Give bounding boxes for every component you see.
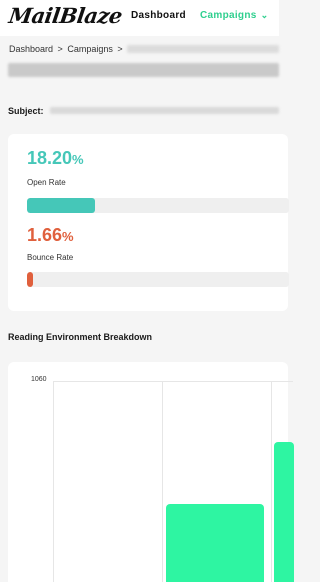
open-rate-number: 18.20: [27, 148, 73, 168]
bounce-rate-label: Bounce Rate: [27, 253, 74, 262]
bounce-rate-number: 1.66: [27, 225, 63, 245]
bounce-rate-value: 1.66%: [27, 225, 74, 246]
bounce-rate-unit: %: [62, 229, 74, 244]
chart-gridline-horizontal: [53, 381, 293, 382]
breadcrumb-campaigns-link[interactable]: Campaigns: [67, 44, 113, 54]
chart-bar[interactable]: [166, 504, 264, 582]
nav-dashboard-link[interactable]: Dashboard: [131, 10, 186, 21]
metrics-card: 18.20% Open Rate 1.66% Bounce Rate: [8, 134, 289, 311]
bounce-rate-progress-fill: [27, 272, 33, 287]
breadcrumb-dashboard-link[interactable]: Dashboard: [9, 44, 53, 54]
open-rate-progress-track: [27, 198, 289, 213]
y-axis-tick-label: 1060: [31, 376, 47, 383]
nav-campaigns-link[interactable]: Campaigns ⌄: [200, 10, 268, 21]
reading-environment-chart: 1060: [8, 362, 294, 582]
mailblaze-logo[interactable]: MailBlaze: [7, 3, 123, 28]
top-nav-bar: MailBlaze Dashboard Campaigns ⌄: [0, 0, 279, 36]
subject-label: Subject:: [8, 106, 44, 116]
open-rate-label: Open Rate: [27, 178, 66, 187]
campaign-title-redacted: [8, 63, 279, 77]
open-rate-progress-fill: [27, 198, 96, 213]
open-rate-unit: %: [72, 152, 84, 167]
open-rate-value: 18.20%: [27, 148, 84, 169]
chart-gridline-vertical: [271, 381, 272, 582]
chart-gridline-vertical: [162, 381, 163, 582]
subject-value-redacted: [50, 107, 279, 114]
chart-gridline-vertical: [53, 381, 54, 582]
chevron-down-icon: ⌄: [260, 10, 269, 20]
breadcrumb-current-redacted: [127, 45, 279, 53]
breadcrumb-separator: >: [57, 44, 63, 54]
breadcrumb-separator: >: [117, 44, 123, 54]
reading-environment-title: Reading Environment Breakdown: [8, 332, 153, 342]
breadcrumb: Dashboard > Campaigns >: [9, 44, 125, 54]
bounce-rate-progress-track: [27, 272, 289, 287]
nav-campaigns-label: Campaigns: [200, 10, 257, 21]
chart-bar[interactable]: [274, 442, 294, 582]
